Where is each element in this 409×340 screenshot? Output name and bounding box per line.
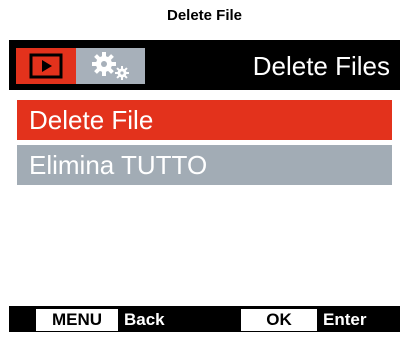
enter-hint[interactable]: OK Enter (241, 309, 366, 331)
ok-key: OK (241, 309, 317, 331)
screen-title: Delete Files (252, 51, 390, 81)
bottom-bar: MENU Back OK Enter (9, 306, 400, 332)
back-hint[interactable]: MENU Back (36, 309, 165, 331)
menu-item-delete-file[interactable]: Delete File (17, 100, 392, 140)
playback-icon (29, 53, 63, 79)
device-screen: Delete Files Delete File Elimina TUTTO M… (9, 40, 400, 332)
menu-key: MENU (36, 309, 118, 331)
enter-label: Enter (323, 310, 367, 329)
top-bar: Delete Files (9, 40, 400, 90)
tab-settings[interactable] (76, 48, 145, 84)
menu-list: Delete File Elimina TUTTO (9, 90, 400, 306)
tab-playback[interactable] (16, 48, 76, 84)
menu-item-delete-all[interactable]: Elimina TUTTO (17, 145, 392, 185)
back-label: Back (124, 310, 165, 329)
settings-gears-icon (91, 52, 129, 80)
page-caption: Delete File (166, 7, 243, 24)
